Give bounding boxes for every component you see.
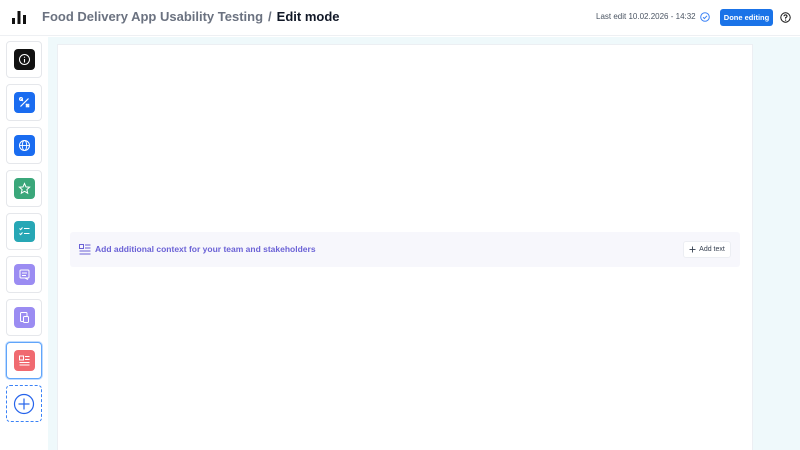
help-icon[interactable] — [780, 12, 791, 23]
card-icon — [13, 264, 35, 285]
add-text-label: Add text — [699, 246, 725, 253]
globe-icon — [13, 135, 35, 156]
context-prompt[interactable]: Add additional context for your team and… — [95, 244, 316, 254]
sidebar-item-globe[interactable] — [6, 127, 42, 164]
last-edit-timestamp: Last edit 10.02.2026 - 14:32 — [596, 12, 696, 21]
sidebar-item-document[interactable] — [6, 299, 42, 336]
mode-label: Edit mode — [276, 9, 340, 24]
sidebar-item-info[interactable] — [6, 41, 42, 78]
top-header: Food Delivery App Usability Testing / Edit… — [0, 0, 800, 36]
project-title[interactable]: Food Delivery App Usability Testing — [42, 9, 263, 24]
checklist-icon — [13, 221, 35, 242]
sidebar-item-checklist[interactable] — [6, 213, 42, 250]
text-block-icon — [13, 350, 35, 371]
text-block-icon — [79, 244, 91, 255]
add-text-button[interactable]: Add text — [683, 241, 731, 258]
sidebar-item-card[interactable] — [6, 256, 42, 293]
document-icon — [13, 307, 35, 328]
context-block[interactable]: Add additional context for your team and… — [70, 232, 740, 267]
breadcrumb-separator: / — [268, 9, 272, 24]
plus-icon — [689, 246, 696, 253]
sidebar-item-tools[interactable] — [6, 84, 42, 121]
star-icon — [13, 178, 35, 199]
tools-icon — [13, 92, 35, 113]
plus-circle-icon — [13, 393, 35, 414]
done-editing-button[interactable]: Done editing — [720, 9, 773, 26]
app-logo-icon[interactable] — [12, 11, 26, 24]
sidebar-item-text-block[interactable] — [6, 342, 42, 379]
add-block-button[interactable] — [6, 385, 42, 422]
info-icon — [13, 49, 35, 70]
saved-check-icon — [700, 12, 710, 22]
page-title: Food Delivery App Usability Testing / Edit… — [42, 9, 340, 24]
sidebar-item-star[interactable] — [6, 170, 42, 207]
block-sidebar — [0, 37, 48, 450]
